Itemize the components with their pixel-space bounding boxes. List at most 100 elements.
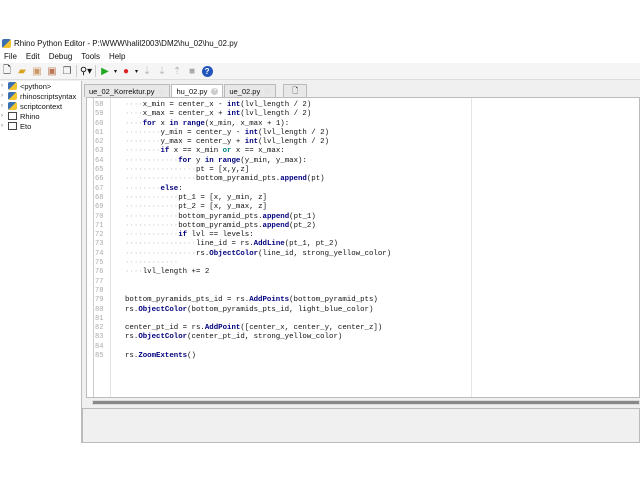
step-over-icon[interactable]: ⇣ xyxy=(156,65,168,77)
tree-item-rhino[interactable]: › Rhino xyxy=(0,111,81,121)
line-text: ········y_min = center_y - int(lvl_lengt… xyxy=(111,129,329,138)
tree-item-scriptcontext[interactable]: › scriptcontext xyxy=(0,101,81,111)
line-text: ············if lvl == levels: xyxy=(111,231,254,240)
line-text: rs.ObjectColor(bottom_pyramids_pts_id, l… xyxy=(111,306,373,315)
line-number: 82 xyxy=(95,324,104,333)
tab-ue-02[interactable]: ue_02.py xyxy=(224,84,277,97)
menu-tools[interactable]: Tools xyxy=(77,52,105,61)
code-token: ObjectColor xyxy=(138,333,188,342)
code-line: 58 ····x_min = center_x - int(lvl_length … xyxy=(95,101,391,110)
line-text xyxy=(111,343,125,352)
output-panel[interactable] xyxy=(82,408,640,443)
code-line: 85 rs.ZoomExtents() xyxy=(95,352,391,361)
code-lines: 58 ····x_min = center_x - int(lvl_length … xyxy=(95,101,391,361)
code-token: ················ xyxy=(125,175,196,184)
line-number: 72 xyxy=(95,231,104,240)
save-all-icon[interactable]: ❐ xyxy=(61,65,73,77)
expand-icon[interactable]: › xyxy=(1,113,8,119)
step-out-icon[interactable]: ⇡ xyxy=(171,65,183,77)
line-text: ····x_max = center_x + int(lvl_length / … xyxy=(111,110,311,119)
code-token: ZoomExtents xyxy=(138,352,188,361)
code-line: 59 ····x_max = center_x + int(lvl_length … xyxy=(95,110,391,119)
new-tab-button[interactable]: 🗋 xyxy=(283,84,308,97)
tab-ue-02-korrektur[interactable]: ue_02_Korrektur.py xyxy=(84,84,171,97)
code-line: 82 center_pt_id = rs.AddPoint([center_x, … xyxy=(95,324,391,333)
open-folder-icon[interactable]: ▰ xyxy=(16,65,28,77)
code-line: 70 ············bottom_pyramid_pts.append(… xyxy=(95,213,391,222)
line-number: 76 xyxy=(95,268,104,277)
python-icon xyxy=(8,82,17,90)
code-token: (pt) xyxy=(306,175,325,184)
tree-item-rhinoscriptsyntax[interactable]: › rhinoscriptsyntax xyxy=(0,91,81,101)
save-as-icon[interactable]: ▣ xyxy=(46,65,58,77)
line-number: 70 xyxy=(95,212,104,221)
code-line: 62 ········y_max = center_y + int(lvl_len… xyxy=(95,138,391,147)
save-icon[interactable]: ▣ xyxy=(31,65,43,77)
line-text: ············bottom_pyramid_pts.append(pt… xyxy=(111,222,316,231)
record-icon[interactable]: ● xyxy=(120,65,132,77)
line-text xyxy=(111,287,125,296)
line-number: 66 xyxy=(95,175,104,184)
line-number: 63 xyxy=(95,147,104,156)
code-line: 78 xyxy=(95,287,391,296)
tree-label: scriptcontext xyxy=(20,101,63,111)
code-line: 69 ············pt_2 = [x, y_max, z] xyxy=(95,203,391,212)
horizontal-scrollbar[interactable] xyxy=(92,400,640,405)
line-number: 71 xyxy=(95,221,104,230)
python-icon xyxy=(8,102,17,110)
expand-icon[interactable]: › xyxy=(1,123,8,129)
menu-debug[interactable]: Debug xyxy=(45,52,78,61)
tree-item-eto[interactable]: › Eto xyxy=(0,121,81,131)
code-token: ···· xyxy=(125,110,143,119)
tab-hu-02[interactable]: hu_02.py × xyxy=(171,84,224,97)
code-token: rs. xyxy=(125,305,139,314)
line-text: rs.ObjectColor(center_pt_id, strong_yell… xyxy=(111,333,342,342)
line-number: 64 xyxy=(95,156,104,165)
code-line: 61 ········y_min = center_y - int(lvl_len… xyxy=(95,129,391,138)
code-token: (x_min, x_max + 1): xyxy=(204,119,290,128)
tree-item-python[interactable]: › <python> xyxy=(0,81,81,91)
new-file-icon[interactable]: 🗋 xyxy=(1,65,13,77)
menu-help[interactable]: Help xyxy=(105,52,130,61)
code-line: 81 xyxy=(95,315,391,324)
code-line: 79 bottom_pyramids_pts_id = rs.AddPoints(… xyxy=(95,296,391,305)
step-into-icon[interactable]: ⇣ xyxy=(141,65,153,77)
code-token: ············ xyxy=(125,212,179,221)
line-number: 77 xyxy=(95,277,104,286)
stop-icon[interactable]: ■ xyxy=(186,65,198,77)
close-icon[interactable]: × xyxy=(211,87,219,95)
code-token: int xyxy=(244,138,259,147)
expand-icon[interactable]: › xyxy=(1,83,8,89)
line-text: ········y_max = center_y + int(lvl_lengt… xyxy=(111,138,329,147)
close-icon[interactable] xyxy=(264,87,272,95)
code-line: 75 ············ xyxy=(95,259,391,268)
code-line: 84 xyxy=(95,343,391,352)
code-editor[interactable]: 58 ····x_min = center_x - int(lvl_length … xyxy=(86,97,640,398)
code-token: ············ xyxy=(125,221,179,230)
code-token: if xyxy=(178,231,188,240)
tab-label: hu_02.py xyxy=(176,86,208,96)
menu-edit[interactable]: Edit xyxy=(22,52,45,61)
code-token: pt = [x,y,z] xyxy=(195,166,250,175)
code-token: ············ xyxy=(125,259,179,268)
line-text: ················pt = [x,y,z] xyxy=(111,166,249,175)
tree-label: Eto xyxy=(20,121,32,131)
tab-label: ue_02.py xyxy=(229,86,261,96)
code-token: append xyxy=(262,221,290,230)
run-icon[interactable]: ▶ xyxy=(99,65,111,77)
module-tree: › <python> › rhinoscriptsyntax › scriptcont… xyxy=(0,81,82,443)
line-number: 58 xyxy=(95,101,104,109)
expand-icon[interactable]: › xyxy=(1,93,8,99)
code-token: range xyxy=(218,156,241,165)
expand-icon[interactable]: › xyxy=(1,103,8,109)
code-line: 66 ················bottom_pyramid_pts.app… xyxy=(95,175,391,184)
code-token: ObjectColor xyxy=(209,249,259,258)
help-icon[interactable]: ? xyxy=(201,65,213,77)
code-token: else xyxy=(160,184,179,193)
close-icon[interactable] xyxy=(158,87,166,95)
find-icon[interactable]: ⚲▾ xyxy=(80,65,92,77)
menu-file[interactable]: File xyxy=(0,52,22,61)
code-token: ········ xyxy=(125,128,161,137)
code-token: (bottom_pyramids_pts_id, light_blue_colo… xyxy=(187,305,374,314)
code-token: ········ xyxy=(125,184,161,193)
